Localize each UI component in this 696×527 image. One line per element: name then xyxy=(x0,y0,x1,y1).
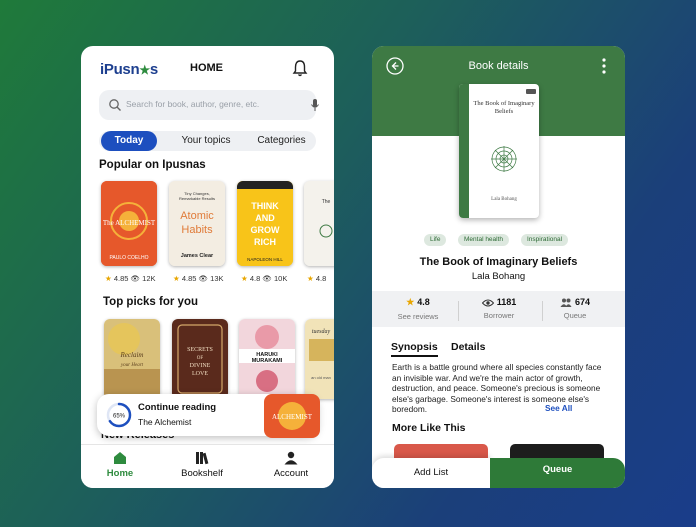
chip-life[interactable]: Life xyxy=(424,234,447,246)
cover-title: The Book of Imaginary Beliefs xyxy=(473,100,535,115)
more-like-this-title: More Like This xyxy=(392,422,466,434)
tab-details[interactable]: Details xyxy=(451,341,485,353)
svg-text:AND: AND xyxy=(255,213,275,223)
book-title: The Book of Imaginary Beliefs xyxy=(419,256,578,268)
search-input[interactable]: Search for book, author, genre, etc. xyxy=(99,90,319,120)
search-placeholder: Search for book, author, genre, etc. xyxy=(126,99,260,109)
book-stats: ★ 4.8 See reviews 1181 Borrower 674 Queue xyxy=(372,291,625,327)
star-icon: ★ xyxy=(406,297,415,308)
tab-synopsis[interactable]: Synopsis xyxy=(391,341,438,357)
book-cover-partial[interactable]: The xyxy=(304,181,334,266)
book-author: Lala Bohang xyxy=(471,271,526,282)
borrower-stat: 1181 Borrower xyxy=(457,297,541,320)
svg-text:SECRETS: SECRETS xyxy=(187,347,213,353)
bottom-nav: Home Bookshelf Account xyxy=(81,444,334,488)
queue-stat: 674 Queue xyxy=(533,297,617,320)
svg-text:65%: 65% xyxy=(113,414,126,420)
book-cover-tuesday[interactable]: tuesday an old man xyxy=(305,319,334,399)
cover-author: Lala Bohang xyxy=(491,197,517,202)
ipusnas-logo: iPusn★s xyxy=(100,61,158,78)
tab-today[interactable]: Today xyxy=(101,131,157,151)
genre-chips: Life Mental health Inspirational xyxy=(372,234,625,246)
tab-categories[interactable]: Categories xyxy=(249,131,314,151)
cover-spine xyxy=(459,84,469,218)
add-list-button[interactable]: Add List xyxy=(372,458,490,488)
tab-your-topics[interactable]: Your topics xyxy=(169,131,243,151)
svg-text:MURAKAMI: MURAKAMI xyxy=(252,358,283,364)
home-icon xyxy=(114,452,126,464)
chip-inspirational[interactable]: Inspirational xyxy=(521,234,569,246)
people-icon xyxy=(560,298,572,308)
svg-text:The: The xyxy=(322,199,331,205)
svg-text:Reclaim: Reclaim xyxy=(120,351,144,359)
svg-text:THINK: THINK xyxy=(251,201,279,211)
bookshelf-icon xyxy=(196,452,209,465)
see-all-link[interactable]: See All xyxy=(543,403,573,413)
svg-text:James Clear: James Clear xyxy=(181,253,214,259)
svg-text:tuesday: tuesday xyxy=(312,329,331,335)
more-options-icon[interactable] xyxy=(602,58,606,74)
svg-text:an old man: an old man xyxy=(311,375,331,380)
book-cover-atomic-habits[interactable]: Tiny Changes, Remarkable Results Atomic … xyxy=(169,181,225,266)
popular-title: Popular on Ipusnas xyxy=(99,159,206,171)
nav-bookshelf[interactable]: Bookshelf xyxy=(167,451,237,479)
queue-button[interactable]: Queue xyxy=(490,458,625,488)
svg-text:your Heart: your Heart xyxy=(120,363,144,368)
svg-text:OF: OF xyxy=(197,356,204,361)
continue-label: Continue reading xyxy=(138,402,217,413)
book-cover-alchemist[interactable]: The ALCHEMIST PAULO COELHO xyxy=(101,181,157,266)
home-screen: iPusn★s HOME Search for book, author, ge… xyxy=(81,46,334,488)
svg-text:Habits: Habits xyxy=(181,224,213,236)
bell-icon[interactable] xyxy=(292,59,308,77)
search-icon xyxy=(109,99,121,111)
book-stats: ★ 4.85 👁 13K xyxy=(173,274,224,283)
nav-account[interactable]: Account xyxy=(256,451,326,479)
account-icon xyxy=(284,451,298,465)
svg-text:GROW: GROW xyxy=(251,225,281,235)
book-stats: ★ 4.8 xyxy=(307,274,327,283)
book-details-screen: Book details The Book of Imaginary Belie… xyxy=(372,46,625,488)
book-stats: ★ 4.85 👁 12K xyxy=(105,274,156,283)
progress-ring: 65% xyxy=(106,402,132,428)
mic-icon[interactable] xyxy=(310,98,320,112)
continue-book-title: The Alchemist xyxy=(138,417,192,427)
home-header: iPusn★s HOME xyxy=(81,46,334,91)
svg-text:Atomic: Atomic xyxy=(180,210,214,222)
details-title: Book details xyxy=(468,60,529,72)
book-cover-secrets-of-divine-love[interactable]: SECRETS OF DIVINE LOVE xyxy=(172,319,228,399)
top-picks-title: Top picks for you xyxy=(103,296,198,308)
book-cover-think-and-grow-rich[interactable]: THINK AND GROW RICH NAPOLEON HILL xyxy=(237,181,293,266)
rating-stat[interactable]: ★ 4.8 See reviews xyxy=(376,297,460,321)
svg-text:Remarkable Results: Remarkable Results xyxy=(179,196,215,201)
book-cover-reclaim[interactable]: Reclaim your Heart xyxy=(104,319,160,399)
svg-text:NAPOLEON HILL: NAPOLEON HILL xyxy=(247,257,283,262)
web-illustration xyxy=(491,146,517,172)
nav-home[interactable]: Home xyxy=(85,451,155,479)
page-title: HOME xyxy=(190,62,223,74)
svg-text:LOVE: LOVE xyxy=(192,371,208,377)
continue-book-cover[interactable]: ALCHEMIST xyxy=(264,394,320,438)
svg-text:RICH: RICH xyxy=(254,237,276,247)
book-cover-murakami[interactable]: HARUKI MURAKAMI xyxy=(239,319,295,399)
eye-icon xyxy=(481,299,494,307)
svg-text:The ALCHEMIST: The ALCHEMIST xyxy=(103,219,156,227)
publisher-logo xyxy=(526,89,536,94)
chip-mental-health[interactable]: Mental health xyxy=(458,234,510,246)
book-stats: ★ 4.8 👁 10K xyxy=(241,274,288,283)
home-tabs: Today Your topics Categories xyxy=(99,131,316,151)
book-cover: The Book of Imaginary Beliefs Lala Bohan… xyxy=(459,84,539,218)
synopsis-text: Earth is a battle ground where all speci… xyxy=(392,362,602,414)
svg-text:ALCHEMIST: ALCHEMIST xyxy=(272,413,313,421)
svg-text:DIVINE: DIVINE xyxy=(190,363,211,369)
svg-text:PAULO COELHO: PAULO COELHO xyxy=(109,255,148,261)
